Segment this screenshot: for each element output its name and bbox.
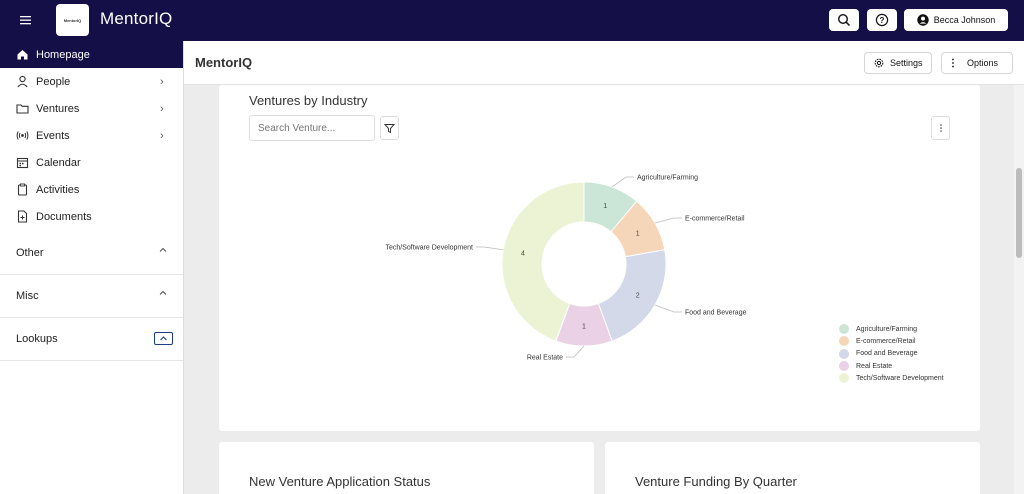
broadcast-icon xyxy=(16,129,29,142)
card-title: Venture Funding By Quarter xyxy=(635,474,797,489)
sidebar-item-calendar[interactable]: Calendar xyxy=(0,149,183,176)
chevron-right-icon: › xyxy=(160,102,164,115)
options-button[interactable]: Options xyxy=(941,52,1013,74)
more-vertical-icon xyxy=(952,58,954,68)
legend-label: Tech/Software Development xyxy=(856,374,944,382)
logo-text: MentorIQ xyxy=(63,17,82,23)
card-title: New Venture Application Status xyxy=(249,474,431,489)
sidebar-item-label: Activities xyxy=(36,183,80,196)
help-icon: ? xyxy=(875,13,889,27)
slice-category-label: Real Estate xyxy=(527,355,563,362)
application-status-card: New Venture Application Status xyxy=(219,442,594,494)
person-icon xyxy=(16,75,29,88)
chevron-right-icon: › xyxy=(160,75,164,88)
legend-label: Real Estate xyxy=(856,362,893,370)
slice-value-label: 1 xyxy=(636,231,640,238)
page-header: MentorIQ Settings Options xyxy=(184,41,1024,85)
slice-value-label: 1 xyxy=(582,324,586,331)
brand-name: MentorIQ xyxy=(100,9,173,28)
home-icon xyxy=(16,48,29,61)
legend-swatch xyxy=(839,373,849,384)
legend-swatch xyxy=(839,336,849,347)
sidebar-item-label: Documents xyxy=(36,210,92,223)
scrollbar-track[interactable] xyxy=(1014,85,1024,494)
user-avatar-icon xyxy=(917,14,929,26)
gear-icon xyxy=(874,58,884,68)
scrollbar-thumb[interactable] xyxy=(1016,168,1022,258)
leader-line xyxy=(654,304,682,313)
ventures-by-industry-card: Ventures by Industry 1Agriculture/Farmin… xyxy=(219,85,980,431)
document-icon xyxy=(16,210,29,223)
search-icon xyxy=(837,13,851,27)
section-label: Other xyxy=(16,247,44,259)
chevron-up-icon xyxy=(158,288,168,301)
section-label: Misc xyxy=(16,290,39,302)
sidebar-item-events[interactable]: Events › xyxy=(0,122,183,149)
legend-item[interactable]: Real Estate xyxy=(839,360,944,372)
sidebar: Homepage People › Ventures › Events › Ca… xyxy=(0,41,184,494)
user-menu-button[interactable]: Becca Johnson xyxy=(904,9,1008,31)
legend-item[interactable]: Agriculture/Farming xyxy=(839,323,944,335)
slice-category-label: Food and Beverage xyxy=(685,310,747,317)
svg-text:?: ? xyxy=(880,16,885,25)
chevron-right-icon: › xyxy=(160,129,164,142)
legend-item[interactable]: E-commerce/Retail xyxy=(839,335,944,347)
slice-value-label: 1 xyxy=(603,203,607,210)
sidebar-item-documents[interactable]: Documents xyxy=(0,203,183,230)
sidebar-item-label: People xyxy=(36,75,71,88)
sidebar-section-misc[interactable]: Misc xyxy=(0,275,183,318)
slice-category-label: E-commerce/Retail xyxy=(685,216,745,223)
clipboard-icon xyxy=(16,183,29,196)
sidebar-item-label: Calendar xyxy=(36,156,81,169)
legend-swatch xyxy=(839,324,849,335)
section-label: Lookups xyxy=(16,333,58,345)
sidebar-item-label: Homepage xyxy=(36,48,90,61)
legend-swatch xyxy=(839,348,849,359)
legend-swatch xyxy=(839,361,849,372)
slice-value-label: 2 xyxy=(636,293,640,300)
options-label: Options xyxy=(967,58,999,68)
sidebar-section-lookups[interactable]: Lookups xyxy=(0,318,183,361)
settings-label: Settings xyxy=(890,58,923,68)
leader-line xyxy=(566,345,585,358)
top-navbar: MentorIQ MentorIQ ? Becca Johnson xyxy=(0,0,1024,41)
sidebar-item-homepage[interactable]: Homepage xyxy=(0,41,183,68)
sidebar-item-activities[interactable]: Activities xyxy=(0,176,183,203)
slice-category-label: Tech/Software Development xyxy=(385,245,473,252)
settings-button[interactable]: Settings xyxy=(864,52,932,74)
calendar-icon xyxy=(16,156,29,169)
slice-value-label: 4 xyxy=(521,251,525,258)
slice-category-label: Agriculture/Farming xyxy=(637,175,698,182)
app-logo[interactable]: MentorIQ xyxy=(56,4,89,36)
sidebar-item-ventures[interactable]: Ventures › xyxy=(0,95,183,122)
legend-label: E-commerce/Retail xyxy=(856,337,916,345)
chevron-up-icon[interactable] xyxy=(154,332,173,345)
legend-label: Agriculture/Farming xyxy=(856,325,918,333)
legend-item[interactable]: Food and Beverage xyxy=(839,348,944,360)
chevron-up-icon xyxy=(158,245,168,258)
donut-slice[interactable] xyxy=(597,249,667,342)
help-button[interactable]: ? xyxy=(867,9,897,31)
user-name: Becca Johnson xyxy=(933,15,996,25)
sidebar-section-other[interactable]: Other xyxy=(0,232,183,275)
chart-legend: Agriculture/Farming E-commerce/Retail Food… xyxy=(839,323,944,384)
sidebar-item-people[interactable]: People › xyxy=(0,68,183,95)
funding-by-quarter-card: Venture Funding By Quarter xyxy=(605,442,980,494)
folder-icon xyxy=(16,102,29,115)
search-button[interactable] xyxy=(829,9,859,31)
sidebar-item-label: Ventures xyxy=(36,102,80,115)
leader-line xyxy=(654,217,682,224)
leader-line xyxy=(611,176,634,188)
legend-label: Food and Beverage xyxy=(856,350,918,358)
leader-line xyxy=(476,246,504,251)
legend-item[interactable]: Tech/Software Development xyxy=(839,372,944,384)
page-title: MentorIQ xyxy=(195,55,253,70)
sidebar-item-label: Events xyxy=(36,129,70,142)
hamburger-menu-icon[interactable] xyxy=(18,12,35,28)
